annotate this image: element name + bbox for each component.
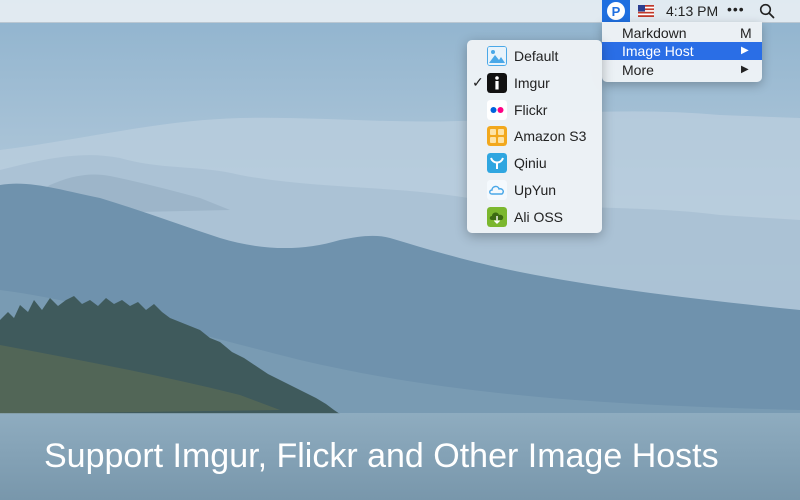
spotlight-search-icon[interactable] [759,3,775,19]
flickr-icon [487,100,507,120]
submenu-arrow-icon: ▶ [741,64,749,75]
submenu-item-flickr[interactable]: Flickr [467,97,602,123]
us-flag-icon[interactable] [638,5,654,17]
menu-item-label: Markdown [622,25,687,41]
menu-item-shortcut: M [740,25,752,41]
qiniu-icon [487,153,507,173]
cloud-icon [487,180,507,200]
app-menubar-icon[interactable]: P [602,0,630,22]
app-letter: P [607,2,625,20]
submenu-item-label: Ali OSS [514,209,564,225]
submenu-item-ali-oss[interactable]: Ali OSS [467,204,602,230]
image-host-submenu: Default ✓ Imgur Flickr Amazon S3 Qiniu U… [467,40,602,233]
submenu-item-label: Flickr [514,102,548,118]
menu-item-more[interactable]: More ▶ [602,61,762,79]
submenu-item-label: Default [514,48,559,64]
amazon-s3-icon [487,126,507,146]
checkmark-icon: ✓ [472,74,484,90]
menu-item-markdown[interactable]: Markdown M [602,24,762,42]
submenu-item-label: UpYun [514,182,557,198]
app-dropdown-menu: Markdown M Image Host ▶ More ▶ [602,22,762,82]
submenu-item-imgur[interactable]: ✓ Imgur [467,70,602,96]
image-icon [487,46,507,66]
submenu-item-amazon-s3[interactable]: Amazon S3 [467,123,602,149]
submenu-item-upyun[interactable]: UpYun [467,177,602,203]
promo-caption: Support Imgur, Flickr and Other Image Ho… [44,437,719,475]
imgur-icon [487,73,507,93]
submenu-item-qiniu[interactable]: Qiniu [467,150,602,176]
submenu-item-default[interactable]: Default [467,43,602,69]
submenu-item-label: Qiniu [514,155,547,171]
ali-oss-icon [487,207,507,227]
menu-item-label: More [622,62,654,78]
menubar-clock[interactable]: 4:13 PM [666,3,718,19]
menubar: P 4:13 PM ••• [0,0,800,23]
menu-item-label: Image Host [622,43,694,59]
more-dots-icon[interactable]: ••• [727,1,745,17]
submenu-item-label: Amazon S3 [514,128,587,144]
submenu-arrow-icon: ▶ [741,45,749,56]
menu-item-image-host[interactable]: Image Host ▶ [602,42,762,60]
submenu-item-label: Imgur [514,75,550,91]
